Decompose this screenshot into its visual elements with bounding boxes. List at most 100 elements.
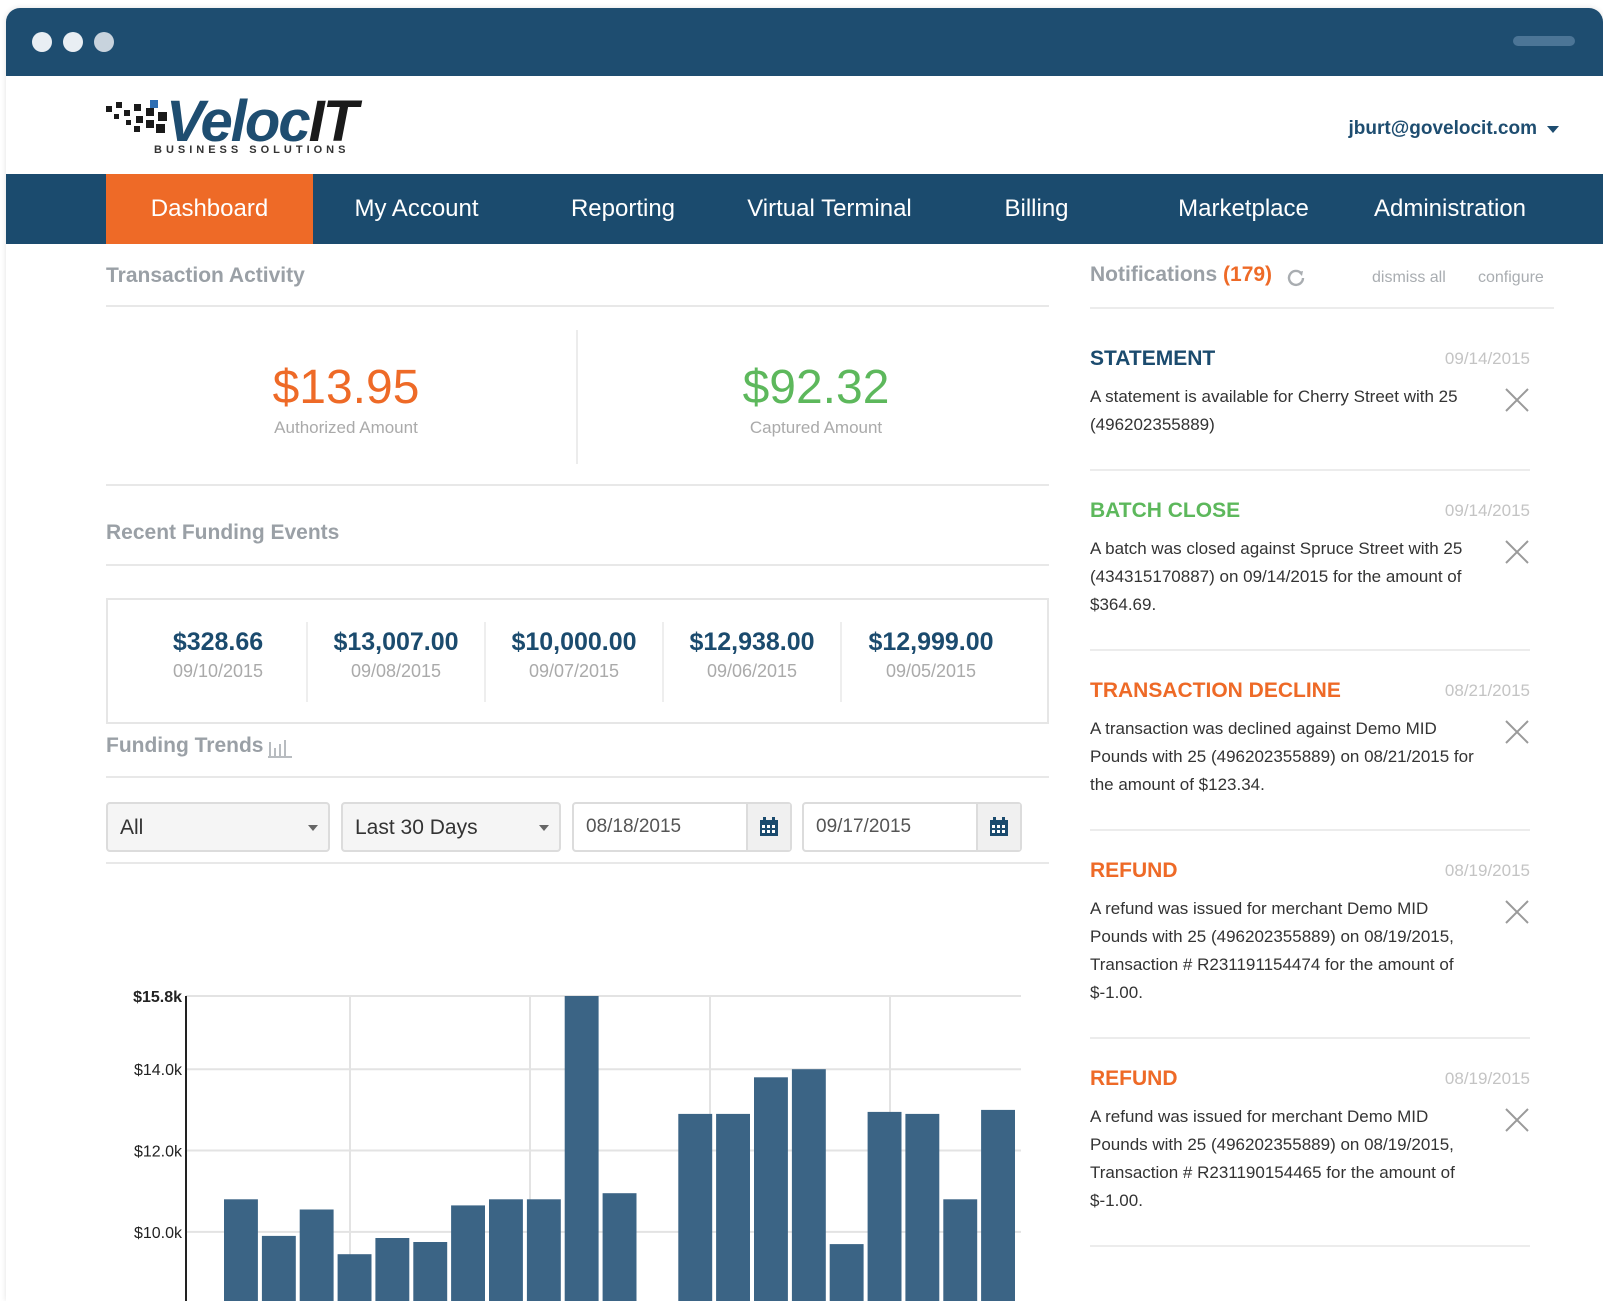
window-menu-pill <box>1513 36 1575 46</box>
app-header: VelocIT BUSINESS SOLUTIONS jburt@goveloc… <box>6 76 1603 174</box>
user-menu[interactable]: jburt@govelocit.com <box>1348 118 1559 140</box>
refresh-icon[interactable] <box>1286 267 1306 287</box>
divider <box>106 776 1049 778</box>
date-range-select-value: Last 30 Days <box>355 816 478 839</box>
configure-link[interactable]: configure <box>1478 269 1544 287</box>
notification-item[interactable]: STATEMENT 09/14/2015 A statement is avai… <box>1090 347 1530 439</box>
close-icon[interactable] <box>1504 387 1530 413</box>
chart-bar[interactable] <box>451 1205 485 1301</box>
chart-bar[interactable] <box>413 1242 448 1301</box>
chevron-down-icon <box>539 825 549 831</box>
notification-date: 08/19/2015 <box>1444 1069 1530 1088</box>
divider <box>1090 1245 1530 1247</box>
captured-amount-label: Captured Amount <box>749 418 883 437</box>
logo-subtitle: BUSINESS SOLUTIONS <box>154 144 350 156</box>
nav-item-marketplace[interactable]: Marketplace <box>1140 174 1347 244</box>
nav-item-billing[interactable]: Billing <box>933 174 1140 244</box>
funding-amount: $328.66 <box>172 628 264 656</box>
funding-trends-chart-svg: $15.8k $14.0k $12.0k $10.0k <box>133 989 1021 1301</box>
funding-event[interactable]: $12,999.00 09/05/2015 <box>842 622 1020 702</box>
notification-date: 09/14/2015 <box>1444 349 1530 368</box>
close-icon[interactable] <box>1504 899 1530 925</box>
calendar-icon <box>990 817 1008 836</box>
start-date-input[interactable]: 08/18/2015 <box>572 802 792 852</box>
chart-bar[interactable] <box>829 1244 864 1301</box>
notifications-title: Notifications <box>1090 263 1218 286</box>
divider <box>1090 307 1554 309</box>
nav-item-reporting[interactable]: Reporting <box>520 174 726 244</box>
notification-body: A batch was closed against Spruce Street… <box>1090 539 1463 614</box>
window-close-dot[interactable] <box>32 32 52 52</box>
chart-bar[interactable] <box>299 1209 334 1301</box>
chart-bar[interactable] <box>564 996 599 1301</box>
funding-event[interactable]: $10,000.00 09/07/2015 <box>486 622 664 702</box>
nav-item-my-account[interactable]: My Account <box>313 174 520 244</box>
chart-bar[interactable] <box>791 1069 826 1301</box>
y-tick-label: $12.0k <box>134 1144 183 1161</box>
funding-date: 09/08/2015 <box>350 661 442 681</box>
close-icon[interactable] <box>1504 539 1530 565</box>
browser-window: VelocIT BUSINESS SOLUTIONS jburt@goveloc… <box>6 8 1603 1301</box>
divider <box>1090 649 1530 651</box>
chart-bar[interactable] <box>224 1199 258 1301</box>
notification-item[interactable]: REFUND 08/19/2015 A refund was issued fo… <box>1090 859 1530 1007</box>
funding-date: 09/07/2015 <box>528 661 620 681</box>
window-maximize-dot[interactable] <box>94 32 114 52</box>
chart-bar[interactable] <box>375 1238 410 1301</box>
end-date-calendar-button[interactable] <box>976 804 1020 850</box>
end-date-value: 09/17/2015 <box>816 816 912 837</box>
funding-amount: $12,999.00 <box>868 628 994 656</box>
y-tick-label: $15.8k <box>133 989 182 1006</box>
user-email: jburt@govelocit.com <box>1348 118 1538 139</box>
funding-event[interactable]: $12,938.00 09/06/2015 <box>664 622 842 702</box>
notification-date: 08/19/2015 <box>1444 861 1530 880</box>
funding-trends-title: Funding Trends <box>106 734 264 757</box>
nav-item-virtual-terminal[interactable]: Virtual Terminal <box>726 174 933 244</box>
notification-date: 09/14/2015 <box>1444 501 1530 520</box>
close-icon[interactable] <box>1504 719 1530 745</box>
chart-bar[interactable] <box>905 1113 940 1301</box>
funding-event[interactable]: $328.66 09/10/2015 <box>130 622 308 702</box>
notifications-panel: Notifications (179) dismiss all configur… <box>1090 263 1560 1301</box>
dismiss-all-link[interactable]: dismiss all <box>1372 269 1446 287</box>
authorized-amount: $13.95 <box>272 361 420 414</box>
chart-bar[interactable] <box>337 1254 372 1301</box>
close-icon[interactable] <box>1504 1107 1530 1133</box>
nav-item-administration[interactable]: Administration <box>1347 174 1553 244</box>
divider <box>106 564 1049 566</box>
chart-bar[interactable] <box>754 1077 788 1301</box>
end-date-input[interactable]: 09/17/2015 <box>802 802 1022 852</box>
divider <box>106 862 1049 864</box>
chart-bar[interactable] <box>678 1113 713 1301</box>
notification-body: A refund was issued for merchant Demo MI… <box>1090 899 1454 1002</box>
notification-item[interactable]: TRANSACTION DECLINE 08/21/2015 A transac… <box>1090 679 1530 799</box>
window-minimize-dot[interactable] <box>63 32 83 52</box>
filter-select[interactable]: All <box>106 802 330 852</box>
notification-item[interactable]: REFUND 08/19/2015 A refund was issued fo… <box>1090 1067 1530 1215</box>
velocit-logo[interactable]: VelocIT BUSINESS SOLUTIONS <box>106 90 376 162</box>
chart-bar[interactable] <box>981 1109 1015 1301</box>
chart-bar[interactable] <box>943 1199 978 1301</box>
main-nav: Dashboard My Account Reporting Virtual T… <box>6 174 1603 244</box>
funding-date: 09/06/2015 <box>706 661 798 681</box>
chart-bar[interactable] <box>716 1113 750 1301</box>
divider <box>1090 1037 1530 1039</box>
funding-event[interactable]: $13,007.00 09/08/2015 <box>308 622 486 702</box>
filter-select-value: All <box>120 816 144 839</box>
start-date-value: 08/18/2015 <box>586 816 682 837</box>
y-tick-label: $10.0k <box>134 1225 183 1242</box>
chart-bar[interactable] <box>867 1111 902 1301</box>
funding-amount: $10,000.00 <box>511 628 637 656</box>
notification-item[interactable]: BATCH CLOSE 09/14/2015 A batch was close… <box>1090 499 1530 619</box>
date-range-select[interactable]: Last 30 Days <box>341 802 561 852</box>
start-date-calendar-button[interactable] <box>746 804 790 850</box>
nav-item-dashboard[interactable]: Dashboard <box>106 174 313 244</box>
chart-bar[interactable] <box>261 1235 296 1301</box>
chart-bar[interactable] <box>602 1193 637 1301</box>
bar-chart-icon[interactable] <box>268 738 294 758</box>
chart-bar[interactable] <box>526 1199 561 1301</box>
chart-bar[interactable] <box>489 1199 523 1301</box>
calendar-icon <box>760 817 778 836</box>
recent-funding-title: Recent Funding Events <box>106 521 340 544</box>
funding-date: 09/05/2015 <box>885 661 977 681</box>
